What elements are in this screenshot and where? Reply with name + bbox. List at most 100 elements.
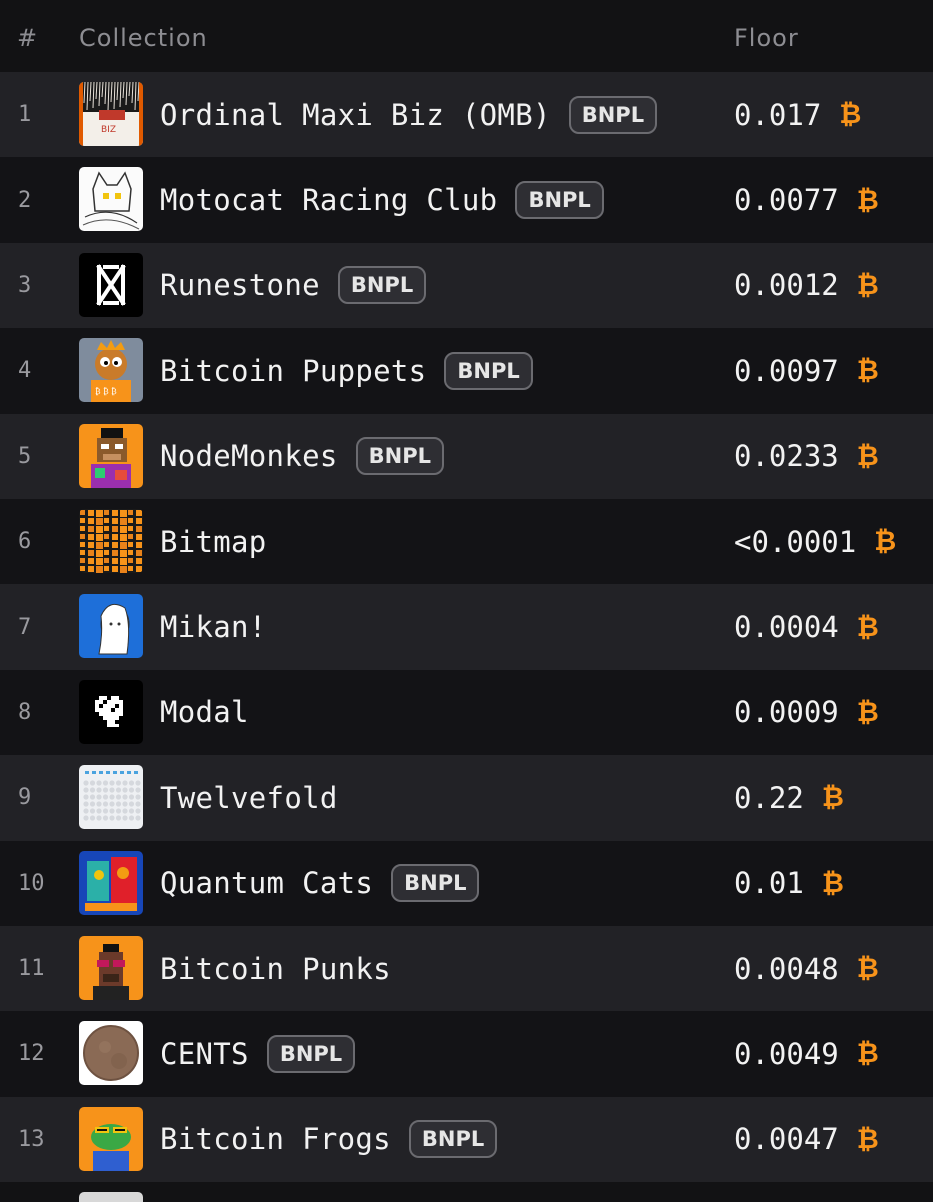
bitcoin-icon: ₿ [839, 99, 862, 131]
table-header: # Collection Floor [0, 0, 933, 72]
twelvefold-thumbnail[interactable] [79, 765, 143, 830]
bitcoin-icon: ₿ [856, 440, 879, 472]
row-rank: 4 [18, 358, 32, 384]
table-row[interactable]: 9 Twelvefold 0.22 ₿ [0, 755, 933, 841]
collection-cell: Bitcoin Punks [160, 926, 391, 1011]
floor-price: <0.0001 [734, 524, 857, 559]
table-row[interactable]: 10 Quantum Cats BNPL 0.01 ₿ [0, 840, 933, 926]
floor-price: 0.0012 [734, 268, 839, 303]
bnpl-badge: BNPL [408, 1120, 498, 1159]
collection-cell: CENTS BNPL [160, 1011, 356, 1096]
bnpl-badge: BNPL [355, 437, 444, 476]
row-rank: 5 [18, 443, 32, 469]
row-rank: 3 [18, 272, 32, 298]
collection-name[interactable]: Bitcoin Frogs [160, 1122, 391, 1156]
collection-cell: Bitcoin Frogs BNPL [160, 1097, 498, 1182]
bitcoin-icon: ₿ [856, 269, 879, 301]
floor-cell: 0.01 ₿ [734, 841, 844, 926]
bitcoin-icon: ₿ [856, 355, 879, 387]
bnpl-badge: BNPL [444, 351, 533, 390]
collections-table-body: 1 BIZ Ordinal Maxi Biz (OMB) BNPL 0.017 ₿ 2 Mot… [0, 72, 933, 1183]
floor-price: 0.0233 [734, 439, 839, 474]
row-rank: 12 [18, 1041, 45, 1067]
mikan-thumbnail[interactable] [79, 594, 143, 659]
puppets-thumbnail[interactable]: ₿ ₿ ₿ [79, 338, 143, 403]
floor-price: 0.01 [734, 866, 804, 901]
punks-thumbnail[interactable] [79, 935, 143, 1000]
bitmap-thumbnail[interactable] [79, 508, 143, 573]
floor-column-header[interactable]: Floor [734, 24, 799, 52]
floor-price: 0.0009 [734, 695, 839, 730]
bnpl-badge: BNPL [337, 266, 427, 305]
rank-column-header[interactable]: # [17, 24, 38, 52]
nodemonkes-thumbnail[interactable] [79, 423, 143, 488]
collection-cell: Mikan! [160, 584, 267, 669]
collection-name[interactable]: Quantum Cats [160, 866, 373, 900]
motocat-thumbnail[interactable] [79, 167, 143, 232]
floor-cell: 0.0048 ₿ [734, 926, 879, 1011]
table-row[interactable]: 4 ₿ ₿ ₿ Bitcoin Puppets BNPL 0.0097 ₿ [0, 328, 933, 414]
collection-cell: Ordinal Maxi Biz (OMB) BNPL [160, 72, 658, 157]
table-row[interactable]: 13 Bitcoin Frogs BNPL 0.0047 ₿ [0, 1096, 933, 1183]
collection-name[interactable]: Bitcoin Puppets [160, 354, 426, 388]
table-row[interactable]: 2 Motocat Racing Club BNPL 0.0077 ₿ [0, 157, 933, 243]
table-row[interactable]: 6 Bitmap <0.0001 ₿ [0, 498, 933, 585]
collection-name[interactable]: Runestone [160, 268, 320, 302]
floor-cell: <0.0001 ₿ [734, 499, 896, 584]
frogs-thumbnail[interactable] [79, 1106, 143, 1171]
collection-name[interactable]: Ordinal Maxi Biz (OMB) [160, 98, 551, 132]
floor-price: 0.017 [734, 97, 822, 132]
collection-cell: Motocat Racing Club BNPL [160, 157, 604, 242]
bnpl-badge: BNPL [568, 95, 658, 134]
row-rank: 11 [18, 956, 45, 982]
collection-name[interactable]: NodeMonkes [160, 439, 338, 473]
collection-cell: Bitmap [160, 499, 267, 584]
table-row[interactable]: 1 BIZ Ordinal Maxi Biz (OMB) BNPL 0.017 ₿ [0, 72, 933, 158]
bitcoin-icon: ₿ [856, 696, 879, 728]
collection-cell: Bitcoin Puppets BNPL [160, 328, 533, 413]
floor-price: 0.0047 [734, 1122, 839, 1157]
bitcoin-icon: ₿ [821, 782, 844, 814]
bnpl-badge: BNPL [266, 1034, 356, 1073]
collection-cell: Twelvefold [160, 755, 338, 840]
floor-price: 0.0097 [734, 353, 839, 388]
floor-cell: 0.017 ₿ [734, 72, 861, 157]
cents-thumbnail[interactable] [79, 1021, 143, 1086]
omb-thumbnail[interactable]: BIZ [79, 82, 143, 146]
table-row[interactable]: 3 Runestone BNPL 0.0012 ₿ [0, 242, 933, 329]
quantum-cats-thumbnail[interactable] [79, 850, 143, 915]
collection-name[interactable]: Bitcoin Punks [160, 952, 391, 986]
collection-name[interactable]: Mikan! [160, 610, 267, 644]
floor-price: 0.0004 [734, 610, 839, 645]
collection-name[interactable]: Bitmap [160, 525, 267, 559]
row-rank: 7 [18, 614, 32, 640]
table-row[interactable]: 11 Bitcoin Punks 0.0048 ₿ [0, 925, 933, 1012]
bitcoin-icon: ₿ [874, 526, 897, 558]
floor-price: 0.0048 [734, 951, 839, 986]
runestone-thumbnail[interactable] [79, 252, 143, 317]
floor-price: 0.0049 [734, 1036, 839, 1071]
row-rank: 2 [18, 187, 32, 213]
bitcoin-icon: ₿ [856, 953, 879, 985]
table-row[interactable]: 12 CENTS BNPL 0.0049 ₿ [0, 1011, 933, 1097]
bitcoin-icon: ₿ [856, 1038, 879, 1070]
collection-name[interactable]: Twelvefold [160, 781, 338, 815]
collection-cell: Quantum Cats BNPL [160, 841, 480, 926]
bnpl-badge: BNPL [391, 864, 480, 903]
modal-thumbnail[interactable] [79, 679, 143, 744]
collection-name[interactable]: CENTS [160, 1037, 249, 1071]
collection-column-header[interactable]: Collection [79, 24, 208, 52]
row-rank: 6 [18, 529, 32, 555]
table-row[interactable]: 5 NodeMonkes BNPL 0.0233 ₿ [0, 413, 933, 499]
row-rank: 10 [18, 870, 45, 896]
collection-cell: Runestone BNPL [160, 243, 427, 328]
floor-cell: 0.0233 ₿ [734, 414, 879, 499]
table-row[interactable]: 7 Mikan! 0.0004 ₿ [0, 584, 933, 670]
bnpl-badge: BNPL [515, 181, 604, 220]
collection-name[interactable]: Motocat Racing Club [160, 183, 497, 217]
bitcoin-icon: ₿ [856, 184, 879, 216]
row-rank: 13 [18, 1126, 45, 1152]
collection-name[interactable]: Modal [160, 695, 249, 729]
table-row[interactable]: 8 Modal 0.0009 ₿ [0, 669, 933, 756]
floor-cell: 0.0009 ₿ [734, 670, 879, 755]
